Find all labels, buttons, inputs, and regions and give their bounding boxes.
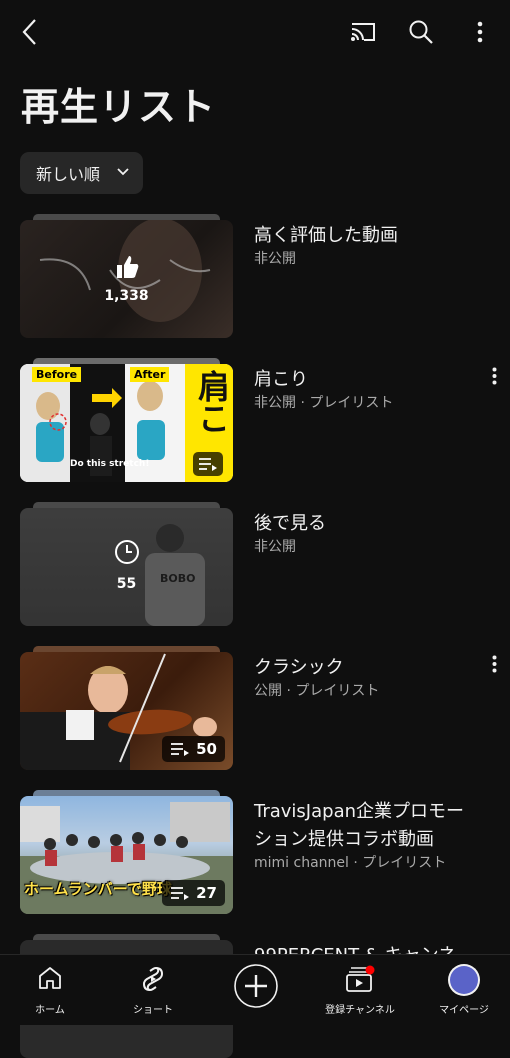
nav-label: 登録チャンネル: [325, 1005, 395, 1016]
subscriptions-icon: [346, 965, 375, 992]
create-plus-icon: [234, 964, 278, 1008]
bottom-navigation: ホーム ショート 登録チャンネル マイページ: [0, 954, 510, 1025]
nav-home[interactable]: ホーム: [10, 961, 90, 1021]
playlist-item[interactable]: BOBO 55 後で見る 非公開: [0, 502, 510, 626]
stretch-caption: Do this stretch!: [70, 459, 150, 469]
playlist-item[interactable]: 1,338 高く評価した動画 非公開: [0, 214, 510, 338]
playlist-thumbnail[interactable]: ホームランバーで野球 27: [20, 790, 233, 914]
playlist-title[interactable]: クラシック: [254, 654, 469, 682]
playlist-thumbnail[interactable]: BOBO 55: [20, 502, 233, 626]
thumbnail-image: [20, 508, 233, 626]
nav-subscriptions[interactable]: 登録チャンネル: [320, 961, 400, 1021]
sort-label: 新しい順: [36, 165, 101, 184]
playlist-item[interactable]: 50 クラシック 公開 · プレイリスト: [0, 646, 510, 770]
playlist-thumbnail[interactable]: 50: [20, 646, 233, 770]
more-vertical-icon: [477, 21, 483, 43]
sort-dropdown[interactable]: 新しい順: [20, 152, 143, 194]
chevron-left-icon: [22, 19, 36, 45]
nav-create[interactable]: [216, 961, 296, 1021]
back-button[interactable]: [12, 14, 48, 50]
watch-later-count: 55: [116, 576, 137, 592]
avatar: [448, 964, 480, 996]
playlist-meta: 非公開: [254, 539, 296, 555]
thumbs-up-icon: [117, 256, 139, 278]
playlist-thumbnail[interactable]: 1,338: [20, 214, 233, 338]
playlist-meta: mimi channel · プレイリスト: [254, 855, 447, 871]
more-vertical-icon: [492, 655, 496, 673]
video-count: 50: [196, 740, 217, 758]
clock-icon: [115, 540, 139, 564]
playlist-meta: 非公開 · プレイリスト: [254, 395, 394, 411]
video-count: 27: [196, 884, 217, 902]
playlist-more-button[interactable]: [482, 362, 506, 390]
playlist-meta: 非公開: [254, 251, 296, 267]
playlist-icon: [171, 743, 190, 756]
thumbnail-banner: ホームランバーで野球: [24, 880, 172, 898]
home-icon: [39, 967, 61, 989]
playlist-icon: [171, 887, 190, 900]
shorts-icon: [142, 967, 164, 991]
playlist-title[interactable]: 高く評価した動画: [254, 222, 469, 250]
playlist-title[interactable]: 肩こり: [254, 366, 469, 394]
liked-count: 1,338: [104, 288, 149, 304]
playlist-title[interactable]: TravisJapan企業プロモーション提供コラボ動画: [254, 798, 469, 854]
cast-icon: [351, 23, 375, 41]
playlist-item[interactable]: Before After 肩こ Do this stretch! 肩こり 非公開…: [0, 358, 510, 482]
top-app-bar: [0, 0, 510, 64]
nav-shorts[interactable]: ショート: [113, 961, 193, 1021]
page-title: 再生リスト: [21, 85, 217, 129]
before-label: Before: [32, 367, 82, 382]
search-icon: [409, 20, 433, 44]
playlist-icon: [199, 458, 217, 471]
shoulder-text: 肩こ: [193, 370, 231, 434]
playlist-more-button[interactable]: [482, 650, 506, 678]
more-vertical-icon: [492, 367, 496, 385]
playlist-badge: 27: [162, 880, 225, 906]
search-button[interactable]: [403, 14, 439, 50]
playlist-meta: 公開 · プレイリスト: [254, 683, 380, 699]
playlist-item[interactable]: ホームランバーで野球 27 TravisJapan企業プロモーション提供コラボ動…: [0, 790, 510, 914]
after-label: After: [130, 367, 170, 382]
playlist-badge: [193, 452, 223, 476]
nav-label: ショート: [133, 1005, 173, 1016]
playlist-thumbnail[interactable]: Before After 肩こ Do this stretch!: [20, 358, 233, 482]
nav-label: ホーム: [35, 1005, 65, 1016]
more-options-button[interactable]: [462, 14, 498, 50]
nav-my-page[interactable]: マイページ: [424, 961, 504, 1021]
nav-label: マイページ: [439, 1005, 489, 1016]
chevron-down-icon: [117, 168, 129, 176]
playlist-title[interactable]: 後で見る: [254, 510, 469, 538]
playlist-badge: 50: [162, 736, 225, 762]
cast-button[interactable]: [345, 14, 381, 50]
